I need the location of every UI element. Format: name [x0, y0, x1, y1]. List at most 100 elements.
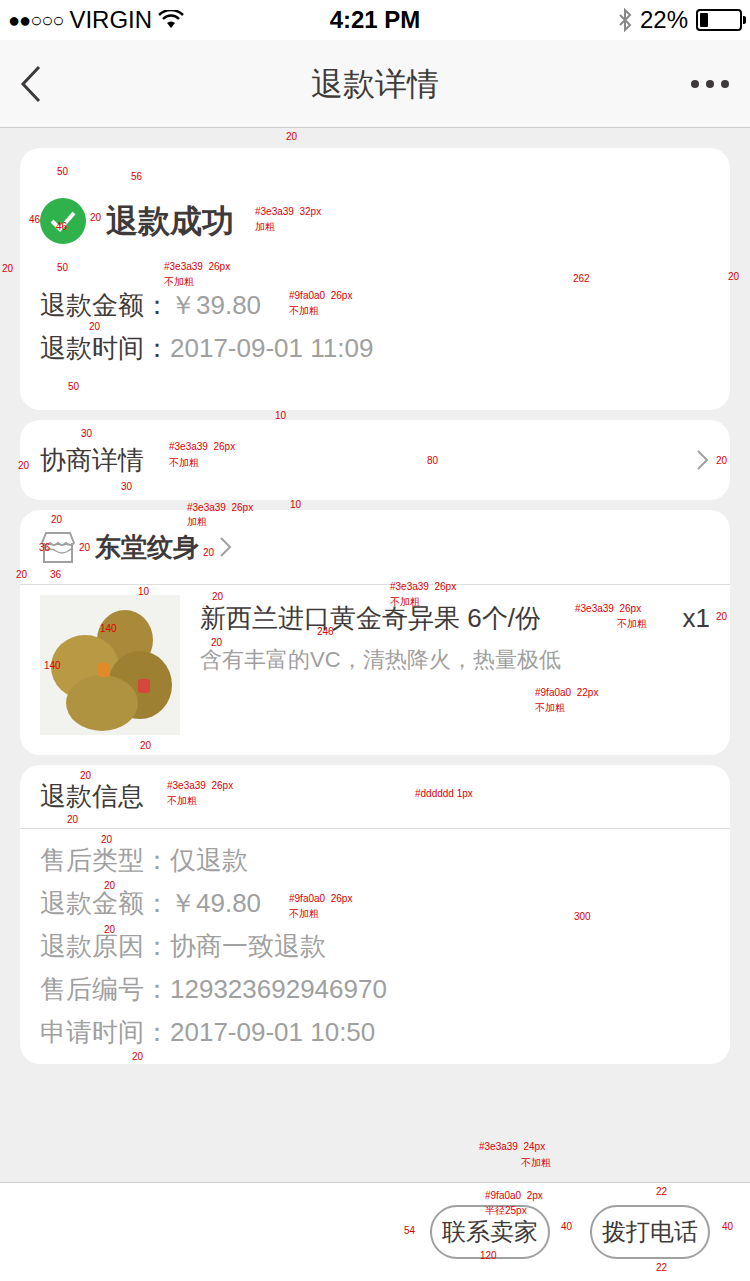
annotation-label: 20	[104, 880, 115, 892]
row-label: 售后类型：	[40, 839, 170, 882]
annotation-label: 20	[286, 131, 297, 143]
annotation-label: 40	[561, 1221, 572, 1233]
result-row: 退款时间：2017-09-01 11:09	[40, 327, 710, 370]
annotation-label: 300	[574, 911, 591, 923]
row-value: 仅退款	[170, 839, 248, 882]
annotation-label: 20	[716, 455, 727, 467]
annotation-label: 加粗	[187, 516, 207, 528]
spacer	[0, 1064, 750, 1182]
product-description: 含有丰富的VC，清热降火，热量极低	[200, 645, 710, 675]
annotation-label: 不加粗	[521, 1157, 551, 1169]
annotation-label: 80	[427, 455, 438, 467]
row-label: 售后编号：	[40, 968, 170, 1011]
annotation-label: 20	[101, 834, 112, 846]
annotation-label: 246	[317, 626, 334, 638]
annotation-label: #9fa0a0 2px	[485, 1190, 543, 1202]
annotation-label: 20	[728, 271, 739, 283]
footer-bar: 联系卖家拨打电话	[0, 1182, 750, 1281]
battery-fill	[700, 13, 708, 27]
refund-info-row: 售后编号：129323692946970	[40, 968, 710, 1011]
nav-bar: 退款详情	[0, 40, 750, 128]
annotation-label: 40	[722, 1221, 733, 1233]
annotation-label: #3e3a39 26px	[164, 261, 230, 273]
row-value: 2017-09-01 11:09	[170, 327, 373, 370]
annotation-label: 20	[16, 569, 27, 581]
annotation-label: 50	[57, 262, 68, 274]
annotation-label: 22	[656, 1186, 667, 1198]
product-quantity: x1	[683, 600, 710, 636]
annotation-label: 不加粗	[289, 305, 319, 317]
content: 退款成功退款金额：￥39.80退款时间：2017-09-01 11:09协商详情…	[0, 128, 750, 1064]
shop-name[interactable]: 东堂纹身	[95, 528, 199, 567]
annotation-label: 不加粗	[617, 618, 647, 630]
row-label: 退款金额：	[40, 284, 170, 327]
chevron-right-icon	[696, 449, 710, 471]
bluetooth-icon	[618, 8, 632, 32]
annotation-label: 54	[404, 1225, 415, 1237]
shop-header[interactable]: 东堂纹身	[20, 510, 730, 585]
annotation-layer: 205056#3e3a39 32px加粗464620202622050#3e3a…	[0, 0, 750, 1281]
product-title: 新西兰进口黄金奇异果 6个/份	[200, 600, 541, 636]
annotation-label: 20	[67, 814, 78, 826]
product-title-row: 新西兰进口黄金奇异果 6个/份 x1	[200, 600, 710, 636]
annotation-label: 不加粗	[289, 908, 319, 920]
annotation-label: 20	[51, 514, 62, 526]
carrier-name: VIRGIN	[69, 2, 152, 38]
battery-nub	[743, 16, 746, 24]
annotation-label: 56	[131, 171, 142, 183]
annotation-label: 140	[100, 623, 117, 635]
annotation-label: 20	[80, 770, 91, 782]
annotation-label: #9fa0a0 26px	[289, 290, 352, 302]
more-icon[interactable]	[690, 79, 730, 89]
annotation-label: 20	[18, 460, 29, 472]
contact-seller-button[interactable]: 联系卖家	[430, 1205, 550, 1259]
page-title: 退款详情	[0, 60, 750, 108]
annotation-label: 不加粗	[535, 702, 565, 714]
wifi-icon	[158, 10, 184, 30]
annotation-label: #3e3a39 26px	[187, 502, 253, 514]
annotation-label: 不加粗	[164, 276, 194, 288]
battery-icon	[696, 9, 742, 31]
annotation-label: 50	[68, 381, 79, 393]
annotation-label: #3e3a39 26px	[390, 581, 456, 593]
annotation-label: #3e3a39 26px	[167, 780, 233, 792]
battery-percent: 22%	[640, 2, 688, 38]
status-bar: ●●○○○VIRGIN4:21 PM22%	[0, 0, 750, 40]
product-row[interactable]: 新西兰进口黄金奇异果 6个/份 x1 含有丰富的VC，清热降火，热量极低	[20, 585, 730, 755]
row-value: ￥49.80	[170, 882, 261, 925]
annotation-label: 20	[90, 212, 101, 224]
annotation-label: 20	[211, 637, 222, 649]
negotiation-card[interactable]: 协商详情	[20, 420, 730, 500]
product-image	[40, 595, 180, 735]
chevron-right-icon	[219, 536, 233, 558]
row-value: 协商一致退款	[170, 925, 326, 968]
annotation-label: 10	[275, 410, 286, 422]
annotation-label: 262	[573, 273, 590, 285]
annotation-label: 20	[203, 547, 214, 559]
annotation-label: 20	[132, 1051, 143, 1063]
clock: 4:21 PM	[253, 2, 498, 38]
result-title: 退款成功	[106, 198, 234, 244]
annotation-label: 20	[104, 924, 115, 936]
annotation-label: 20	[2, 263, 13, 275]
annotation-label: 加粗	[255, 221, 275, 233]
annotation-label: 120	[480, 1250, 497, 1262]
call-phone-button[interactable]: 拨打电话	[590, 1205, 710, 1259]
annotation-label: #3e3a39 26px	[575, 603, 641, 615]
row-label: 退款时间：	[40, 327, 170, 370]
annotation-label: #9fa0a0 26px	[289, 893, 352, 905]
negotiation-label[interactable]: 协商详情	[40, 441, 144, 480]
refund-detail-screen: ●●○○○VIRGIN4:21 PM22%退款详情退款成功退款金额：￥39.80…	[0, 0, 750, 1281]
annotation-label: 不加粗	[390, 596, 420, 608]
annotation-label: 140	[44, 660, 61, 672]
annotation-label: 20	[79, 542, 90, 554]
row-label: 申请时间：	[40, 1011, 170, 1054]
annotation-label: 不加粗	[167, 795, 197, 807]
annotation-label: 46	[29, 214, 40, 226]
row-label: 退款金额：	[40, 882, 170, 925]
refund-result-card: 退款成功退款金额：￥39.80退款时间：2017-09-01 11:09	[20, 148, 730, 410]
annotation-label: 30	[81, 428, 92, 440]
refund-info-header: 退款信息	[20, 765, 730, 829]
back-icon[interactable]	[20, 64, 44, 104]
annotation-label: 22	[656, 1262, 667, 1274]
